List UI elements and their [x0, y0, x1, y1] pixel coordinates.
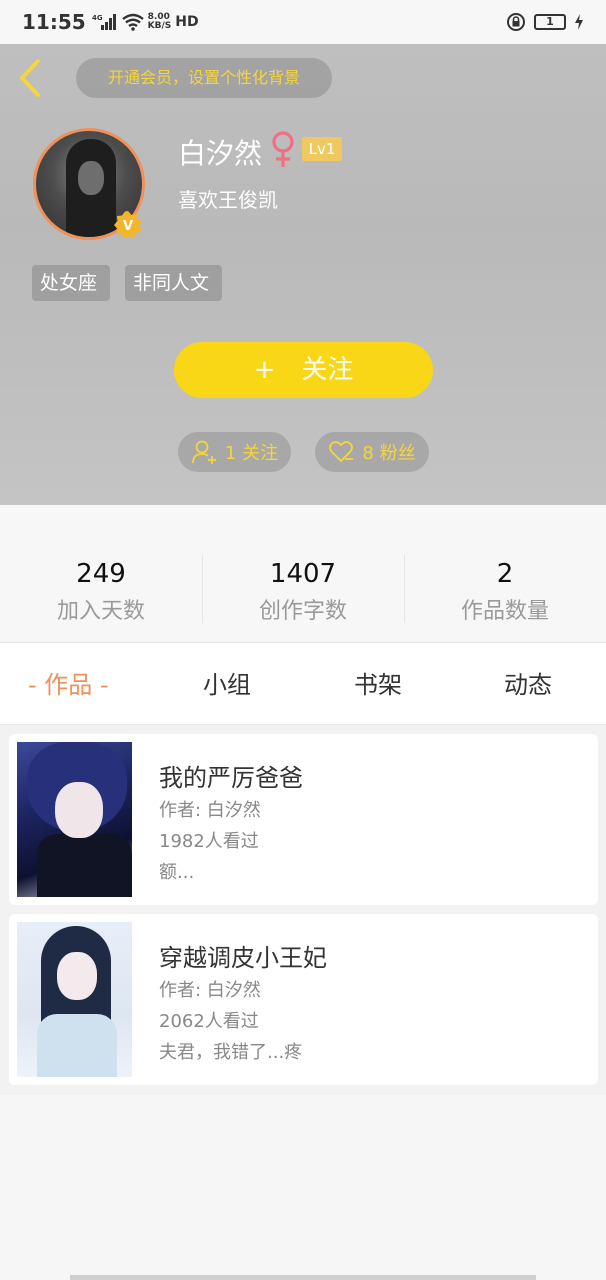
signal-icon: 4G [92, 14, 116, 30]
work-excerpt: 额... [159, 862, 195, 883]
profile-header: 开通会员，设置个性化背景 V 白汐然 Lv1 喜欢王俊凯 处女座 非同人文 + … [0, 44, 606, 505]
plus-icon: + [253, 355, 276, 385]
work-author: 作者: 白汐然 [159, 980, 261, 1001]
fans-count: 8 粉丝 [362, 443, 416, 464]
level-badge: Lv1 [302, 137, 342, 161]
profile-signature: 喜欢王俊凯 [178, 188, 278, 212]
svg-text:4G: 4G [92, 14, 103, 22]
work-excerpt: 夫君，我错了...疼 [159, 1042, 303, 1063]
net-speed: 8.00 KB/S [147, 12, 172, 31]
book-cover[interactable] [17, 742, 132, 897]
charging-icon [575, 14, 583, 30]
work-views: 2062人看过 [159, 1011, 259, 1032]
tab-bookshelf[interactable]: 书架 [354, 643, 402, 725]
following-count: 1 关注 [224, 443, 279, 464]
work-views: 1982人看过 [159, 831, 259, 852]
stat-label: 作品数量 [460, 599, 549, 624]
stat-label: 加入天数 [56, 599, 145, 624]
back-arrow-icon[interactable] [16, 58, 46, 98]
stat-works-count: 2 作品数量 [404, 505, 606, 642]
svg-text:V: V [123, 219, 133, 234]
tab-activity[interactable]: 动态 [504, 643, 552, 725]
follow-button[interactable]: + 关注 [174, 342, 433, 398]
status-icons: 4G 8.00 KB/S HD [92, 13, 199, 31]
stats-row: 249 加入天数 1407 创作字数 2 作品数量 [0, 505, 606, 643]
status-bar: 11:55 4G 8.00 KB/S HD 1 [0, 0, 606, 44]
work-title: 我的严厉爸爸 [159, 764, 303, 792]
stat-value: 2 [496, 559, 514, 589]
stat-days-joined: 249 加入天数 [0, 505, 202, 642]
vip-background-button[interactable]: 开通会员，设置个性化背景 [76, 58, 332, 98]
follow-button-label: 关注 [301, 355, 354, 385]
list-item[interactable]: 穿越调皮小王妃 作者: 白汐然 2062人看过 夫君，我错了...疼 [9, 914, 598, 1085]
following-pill[interactable]: 1 关注 [178, 432, 291, 472]
list-item[interactable]: 我的严厉爸爸 作者: 白汐然 1982人看过 额... [9, 734, 598, 905]
wifi-icon [121, 13, 144, 31]
fans-pill[interactable]: 8 粉丝 [315, 432, 429, 472]
tab-groups[interactable]: 小组 [203, 643, 251, 725]
status-right: 1 [506, 12, 584, 32]
verified-badge-icon: V [114, 211, 142, 239]
profile-name: 白汐然 [178, 137, 263, 170]
stat-value: 1407 [269, 559, 337, 589]
works-list: 我的严厉爸爸 作者: 白汐然 1982人看过 额... 穿越调皮小王妃 作者: … [0, 725, 606, 1095]
add-user-icon [192, 440, 216, 464]
stat-value: 249 [76, 559, 126, 589]
stat-word-count: 1407 创作字数 [202, 505, 404, 642]
work-author: 作者: 白汐然 [159, 800, 261, 821]
tag-zodiac[interactable]: 处女座 [32, 265, 110, 301]
book-cover[interactable] [17, 922, 132, 1077]
battery-icon: 1 [534, 14, 566, 30]
profile-tabs: - 作品 - 小组 书架 动态 [0, 643, 606, 725]
female-gender-icon [272, 131, 294, 167]
tab-works[interactable]: - 作品 - [28, 643, 109, 725]
rotation-lock-icon [507, 13, 525, 31]
work-title: 穿越调皮小王妃 [159, 944, 327, 972]
nav-indicator [70, 1275, 536, 1280]
status-time: 11:55 [22, 10, 86, 34]
stat-label: 创作字数 [258, 599, 347, 624]
heart-icon [329, 441, 354, 463]
tag-genre[interactable]: 非同人文 [125, 265, 222, 301]
hd-indicator: HD [175, 14, 199, 30]
